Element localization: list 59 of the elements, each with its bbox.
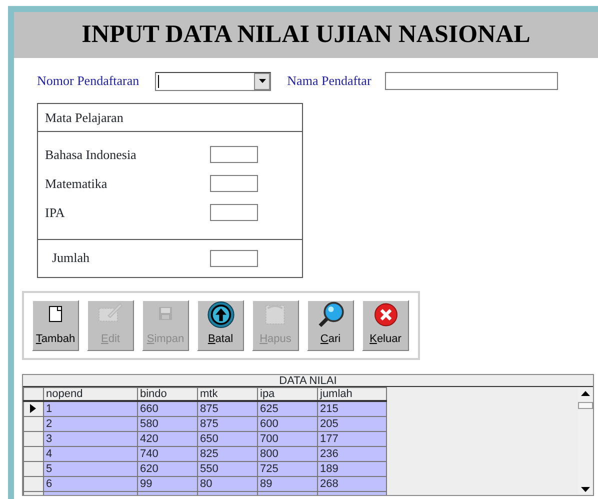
new-document-icon — [49, 306, 62, 322]
toolbar-button[interactable]: Cari — [307, 300, 354, 351]
table-cell: 5 — [44, 461, 138, 476]
table-cell: 89 — [258, 476, 318, 491]
window-title: INPUT DATA NILAI UJIAN NASIONAL — [82, 20, 530, 50]
table-cell: 650 — [198, 431, 258, 446]
table-cell: 6 — [44, 476, 138, 491]
subject-label: Matematika — [45, 174, 108, 193]
field-label: Nomor Pendaftaran — [37, 72, 140, 90]
table-cell: 80 — [198, 476, 258, 491]
table-cell: 825 — [198, 446, 258, 461]
up-arrow-circle-icon — [206, 301, 236, 328]
score-input-field[interactable] — [210, 146, 258, 163]
table-cell: 875 — [198, 416, 258, 431]
column-header: jumlah — [318, 388, 386, 401]
table-cell: 4 — [44, 446, 138, 461]
table-cell: 700 — [258, 431, 318, 446]
column-header: ipa — [258, 388, 318, 401]
toolbar-button[interactable]: Keluar — [362, 300, 409, 351]
toolbar-button[interactable]: Batal — [197, 300, 244, 351]
table-cell: 580 — [138, 416, 198, 431]
table-cell: 600 — [258, 416, 318, 431]
table-cell: 420 — [138, 431, 198, 446]
table-cell: 620 — [138, 461, 198, 476]
table-cell: 3 — [44, 431, 138, 446]
table-cell: 205 — [318, 416, 386, 431]
score-input-field[interactable] — [210, 204, 258, 221]
table-cell: 99 — [138, 476, 198, 491]
subject-label: Bahasa Indonesia — [45, 146, 136, 164]
column-header: bindo — [138, 388, 198, 401]
row-pointer-icon — [30, 404, 36, 414]
table-cell: 268 — [318, 476, 386, 491]
field-label: Nama Pendaftar — [287, 72, 372, 90]
table-cell: 550 — [198, 461, 258, 476]
table-cell: 215 — [318, 401, 386, 416]
table-cell: 740 — [138, 446, 198, 461]
table-cell: 800 — [258, 446, 318, 461]
table-cell: 625 — [258, 401, 318, 416]
column-header: nopend — [44, 388, 138, 401]
table-cell: 2 — [44, 416, 138, 431]
table-cell: 875 — [198, 401, 258, 416]
total-input-field[interactable] — [210, 250, 258, 266]
total-label: Jumlah — [52, 249, 90, 268]
table-cell: 189 — [318, 461, 386, 476]
scrollbar[interactable] — [578, 388, 593, 495]
column-header: mtk — [198, 388, 258, 401]
table-cell: 177 — [318, 431, 386, 446]
score-input-field[interactable] — [210, 175, 258, 192]
toolbar-button[interactable]: Tambah — [32, 300, 79, 351]
table-cell: 236 — [318, 446, 386, 461]
panel-heading: Mata Pelajaran — [45, 108, 124, 127]
registration-number-dropdown[interactable] — [155, 72, 272, 90]
table-cell: 660 — [138, 401, 198, 416]
scroll-thumb[interactable] — [578, 402, 593, 409]
registrant-name-field[interactable] — [385, 72, 558, 90]
dropdown-arrow-icon[interactable] — [258, 79, 266, 83]
subject-label: IPA — [45, 204, 65, 222]
table-cell: 1 — [44, 401, 138, 416]
table-cell: 725 — [258, 461, 318, 476]
